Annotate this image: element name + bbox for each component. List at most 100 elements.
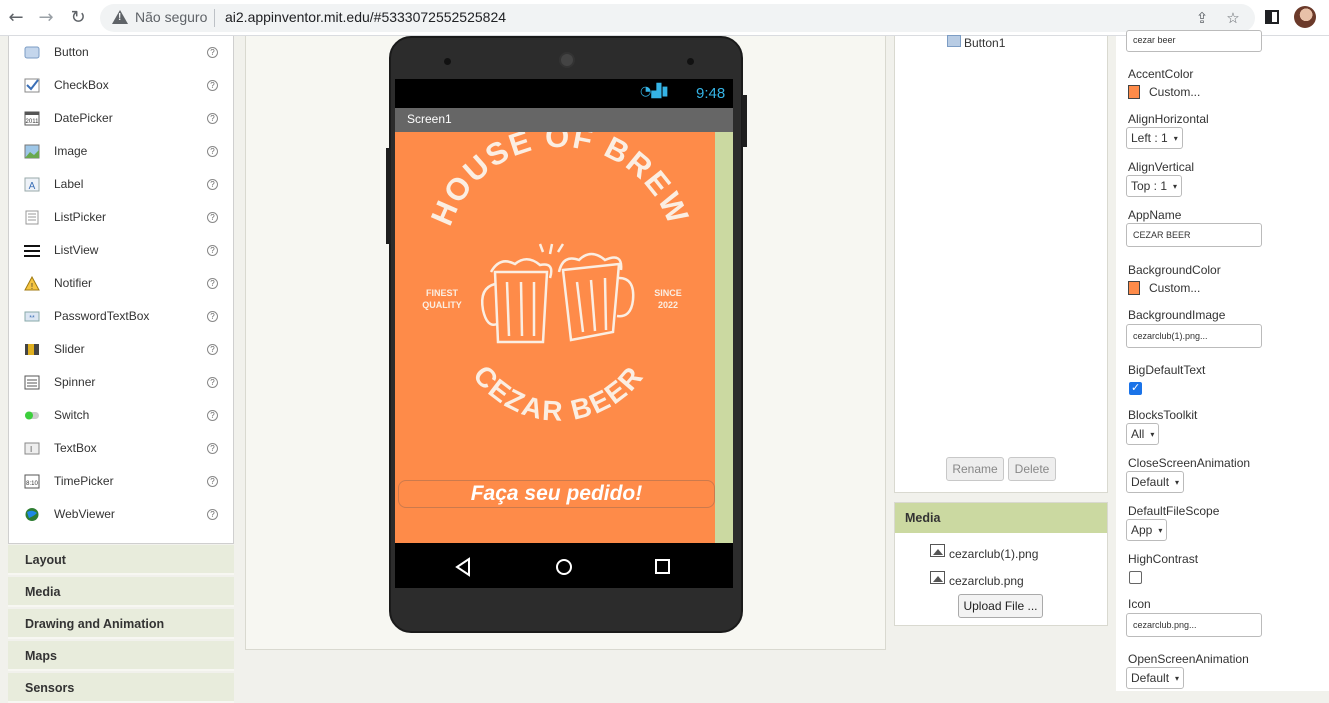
open-screen-animation-dropdown[interactable]: Default xyxy=(1126,667,1185,689)
drawer-layout[interactable]: Layout xyxy=(8,545,234,575)
help-icon[interactable]: ? xyxy=(207,80,218,91)
checkbox-icon xyxy=(24,78,40,93)
help-icon[interactable]: ? xyxy=(207,179,218,190)
help-icon[interactable]: ? xyxy=(207,113,218,124)
textbox-icon: I xyxy=(24,442,40,455)
close-screen-animation-dropdown[interactable]: Default xyxy=(1126,471,1185,493)
datepicker-icon: 2011 xyxy=(24,111,40,126)
recents-square-icon[interactable] xyxy=(653,556,673,578)
rename-button[interactable]: Rename xyxy=(946,457,1004,481)
palette-item-textbox[interactable]: I TextBox ? xyxy=(9,432,233,465)
logo-bottom-text: CEZAR BEER xyxy=(467,359,649,427)
drawer-label: Layout xyxy=(25,553,66,567)
prop-label-openscreenanimation: OpenScreenAnimation xyxy=(1128,652,1249,666)
accent-color-value[interactable]: Custom... xyxy=(1149,85,1200,99)
accent-color-swatch[interactable] xyxy=(1128,85,1140,99)
palette-item-listpicker[interactable]: ListPicker ? xyxy=(9,201,233,234)
palette-item-passwordtextbox[interactable]: ** PasswordTextBox ? xyxy=(9,300,233,333)
palette-item-timepicker[interactable]: 8:10 TimePicker ? xyxy=(9,465,233,498)
palette-item-switch[interactable]: Switch ? xyxy=(9,399,233,432)
about-screen-textarea[interactable]: cezar beer xyxy=(1126,30,1262,52)
drawer-drawing-animation[interactable]: Drawing and Animation xyxy=(8,609,234,639)
profile-avatar[interactable] xyxy=(1294,6,1316,28)
background-color-swatch[interactable] xyxy=(1128,281,1140,295)
palette-item-label: PasswordTextBox xyxy=(54,309,150,323)
spinner-icon xyxy=(24,375,40,390)
palette-item-label[interactable]: A Label ? xyxy=(9,168,233,201)
background-image-input[interactable]: cezarclub(1).png... xyxy=(1126,324,1262,348)
warning-icon[interactable] xyxy=(112,10,128,24)
help-icon[interactable]: ? xyxy=(207,47,218,58)
upload-file-button[interactable]: Upload File ... xyxy=(958,594,1043,618)
palette-item-image[interactable]: Image ? xyxy=(9,135,233,168)
palette-item-notifier[interactable]: ! Notifier ? xyxy=(9,267,233,300)
help-icon[interactable]: ? xyxy=(207,377,218,388)
media-file-item[interactable]: cezarclub.png xyxy=(949,574,1024,588)
help-icon[interactable]: ? xyxy=(207,278,218,289)
palette-item-label: Notifier xyxy=(54,276,93,290)
help-icon[interactable]: ? xyxy=(207,509,218,520)
tree-node-button1[interactable]: Button1 xyxy=(964,36,1005,50)
forward-arrow-icon[interactable]: → xyxy=(34,6,58,30)
media-header: Media xyxy=(895,503,1107,533)
side-panel-icon[interactable] xyxy=(1265,10,1279,24)
logo-right-line1: SINCE xyxy=(654,288,682,298)
help-icon[interactable]: ? xyxy=(207,146,218,157)
image-icon xyxy=(24,144,40,159)
media-file-item[interactable]: cezarclub(1).png xyxy=(949,547,1038,561)
drawer-media[interactable]: Media xyxy=(8,577,234,607)
icon-input[interactable]: cezarclub.png... xyxy=(1126,613,1262,637)
share-icon[interactable]: ⇪ xyxy=(1192,8,1212,28)
help-icon[interactable]: ? xyxy=(207,410,218,421)
logo-right-line2: 2022 xyxy=(658,300,678,310)
drawer-sensors[interactable]: Sensors xyxy=(8,673,234,703)
palette-item-slider[interactable]: Slider ? xyxy=(9,333,233,366)
palette-item-label: Slider xyxy=(54,342,85,356)
help-icon[interactable]: ? xyxy=(207,476,218,487)
webviewer-icon xyxy=(25,508,39,521)
palette-item-label: Image xyxy=(54,144,88,158)
help-icon[interactable]: ? xyxy=(207,311,218,322)
delete-button[interactable]: Delete xyxy=(1008,457,1056,481)
order-button[interactable]: Faça seu pedido! xyxy=(398,480,715,508)
help-icon[interactable]: ? xyxy=(207,443,218,454)
palette-item-datepicker[interactable]: 2011 DatePicker ? xyxy=(9,102,233,135)
align-vertical-dropdown[interactable]: Top : 1 xyxy=(1126,175,1183,197)
palette-item-label: Label xyxy=(54,177,84,191)
palette-item-button[interactable]: Button ? xyxy=(9,36,233,69)
high-contrast-checkbox[interactable] xyxy=(1129,571,1142,584)
home-circle-icon[interactable] xyxy=(553,556,575,578)
screen-title-bar: Screen1 xyxy=(395,108,733,132)
phone-volume-button xyxy=(386,148,391,244)
back-triangle-icon[interactable] xyxy=(454,556,472,578)
align-horizontal-dropdown[interactable]: Left : 1 xyxy=(1126,127,1183,149)
blocks-toolkit-dropdown[interactable]: All xyxy=(1126,423,1160,445)
palette-panel: Button ? CheckBox ? 2011 DatePicker ? Im… xyxy=(8,36,234,544)
url-text[interactable]: ai2.appinventor.mit.edu/#533307255252582… xyxy=(225,9,506,25)
logo-left-line1: FINEST xyxy=(426,288,459,298)
palette-item-webviewer[interactable]: WebViewer ? xyxy=(9,498,233,531)
not-secure-label[interactable]: Não seguro xyxy=(135,9,207,25)
palette-item-spinner[interactable]: Spinner ? xyxy=(9,366,233,399)
star-icon[interactable]: ☆ xyxy=(1223,8,1243,28)
palette-item-label: DatePicker xyxy=(54,111,113,125)
phone-power-button xyxy=(742,95,747,147)
palette-item-listview[interactable]: ListView ? xyxy=(9,234,233,267)
logo-top-text: HOUSE OF BREW xyxy=(424,132,696,230)
screen-scrollbar[interactable] xyxy=(715,132,733,543)
prop-label-accentcolor: AccentColor xyxy=(1128,67,1194,81)
palette-item-checkbox[interactable]: CheckBox ? xyxy=(9,69,233,102)
big-default-text-checkbox[interactable] xyxy=(1129,381,1142,395)
default-file-scope-dropdown[interactable]: App xyxy=(1126,519,1168,541)
help-icon[interactable]: ? xyxy=(207,344,218,355)
svg-text:!: ! xyxy=(31,282,33,291)
back-arrow-icon[interactable]: ← xyxy=(4,6,28,30)
background-color-value[interactable]: Custom... xyxy=(1149,281,1200,295)
help-icon[interactable]: ? xyxy=(207,245,218,256)
drawer-maps[interactable]: Maps xyxy=(8,641,234,671)
drawer-label: Maps xyxy=(25,649,57,663)
reload-icon[interactable]: ↻ xyxy=(66,6,90,30)
app-name-input[interactable]: CEZAR BEER xyxy=(1126,223,1262,247)
prop-label-closescreenanimation: CloseScreenAnimation xyxy=(1128,456,1251,470)
help-icon[interactable]: ? xyxy=(207,212,218,223)
